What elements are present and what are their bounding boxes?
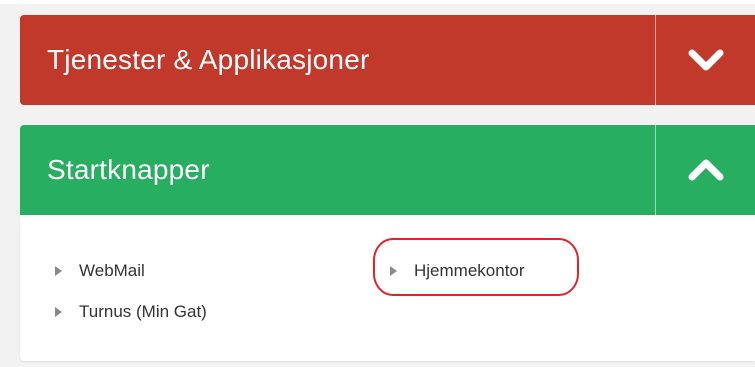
panel-header-services[interactable]: Tjenester & Applikasjoner xyxy=(20,15,755,105)
link-hjemmekontor-label: Hjemmekontor xyxy=(414,261,525,280)
triangle-right-icon xyxy=(390,266,397,276)
link-hjemmekontor[interactable]: Hjemmekontor xyxy=(390,261,525,281)
panel-toggle-services[interactable] xyxy=(655,15,755,105)
start-buttons-content: WebMail Turnus (Min Gat) Hjemmekontor xyxy=(20,215,755,361)
panel-header-start-buttons[interactable]: Startknapper xyxy=(20,125,755,215)
link-webmail[interactable]: WebMail xyxy=(55,261,145,281)
link-webmail-label: WebMail xyxy=(79,261,145,280)
link-turnus[interactable]: Turnus (Min Gat) xyxy=(55,302,207,322)
panel-title-services: Tjenester & Applikasjoner xyxy=(47,44,370,75)
triangle-right-icon xyxy=(55,266,62,276)
top-strip xyxy=(0,0,755,4)
chevron-down-icon xyxy=(688,49,723,71)
panel-title-start-buttons: Startknapper xyxy=(47,154,210,185)
triangle-right-icon xyxy=(55,307,62,317)
panel-toggle-start-buttons[interactable] xyxy=(655,125,755,215)
link-turnus-label: Turnus (Min Gat) xyxy=(79,302,207,321)
chevron-up-icon xyxy=(688,159,723,181)
